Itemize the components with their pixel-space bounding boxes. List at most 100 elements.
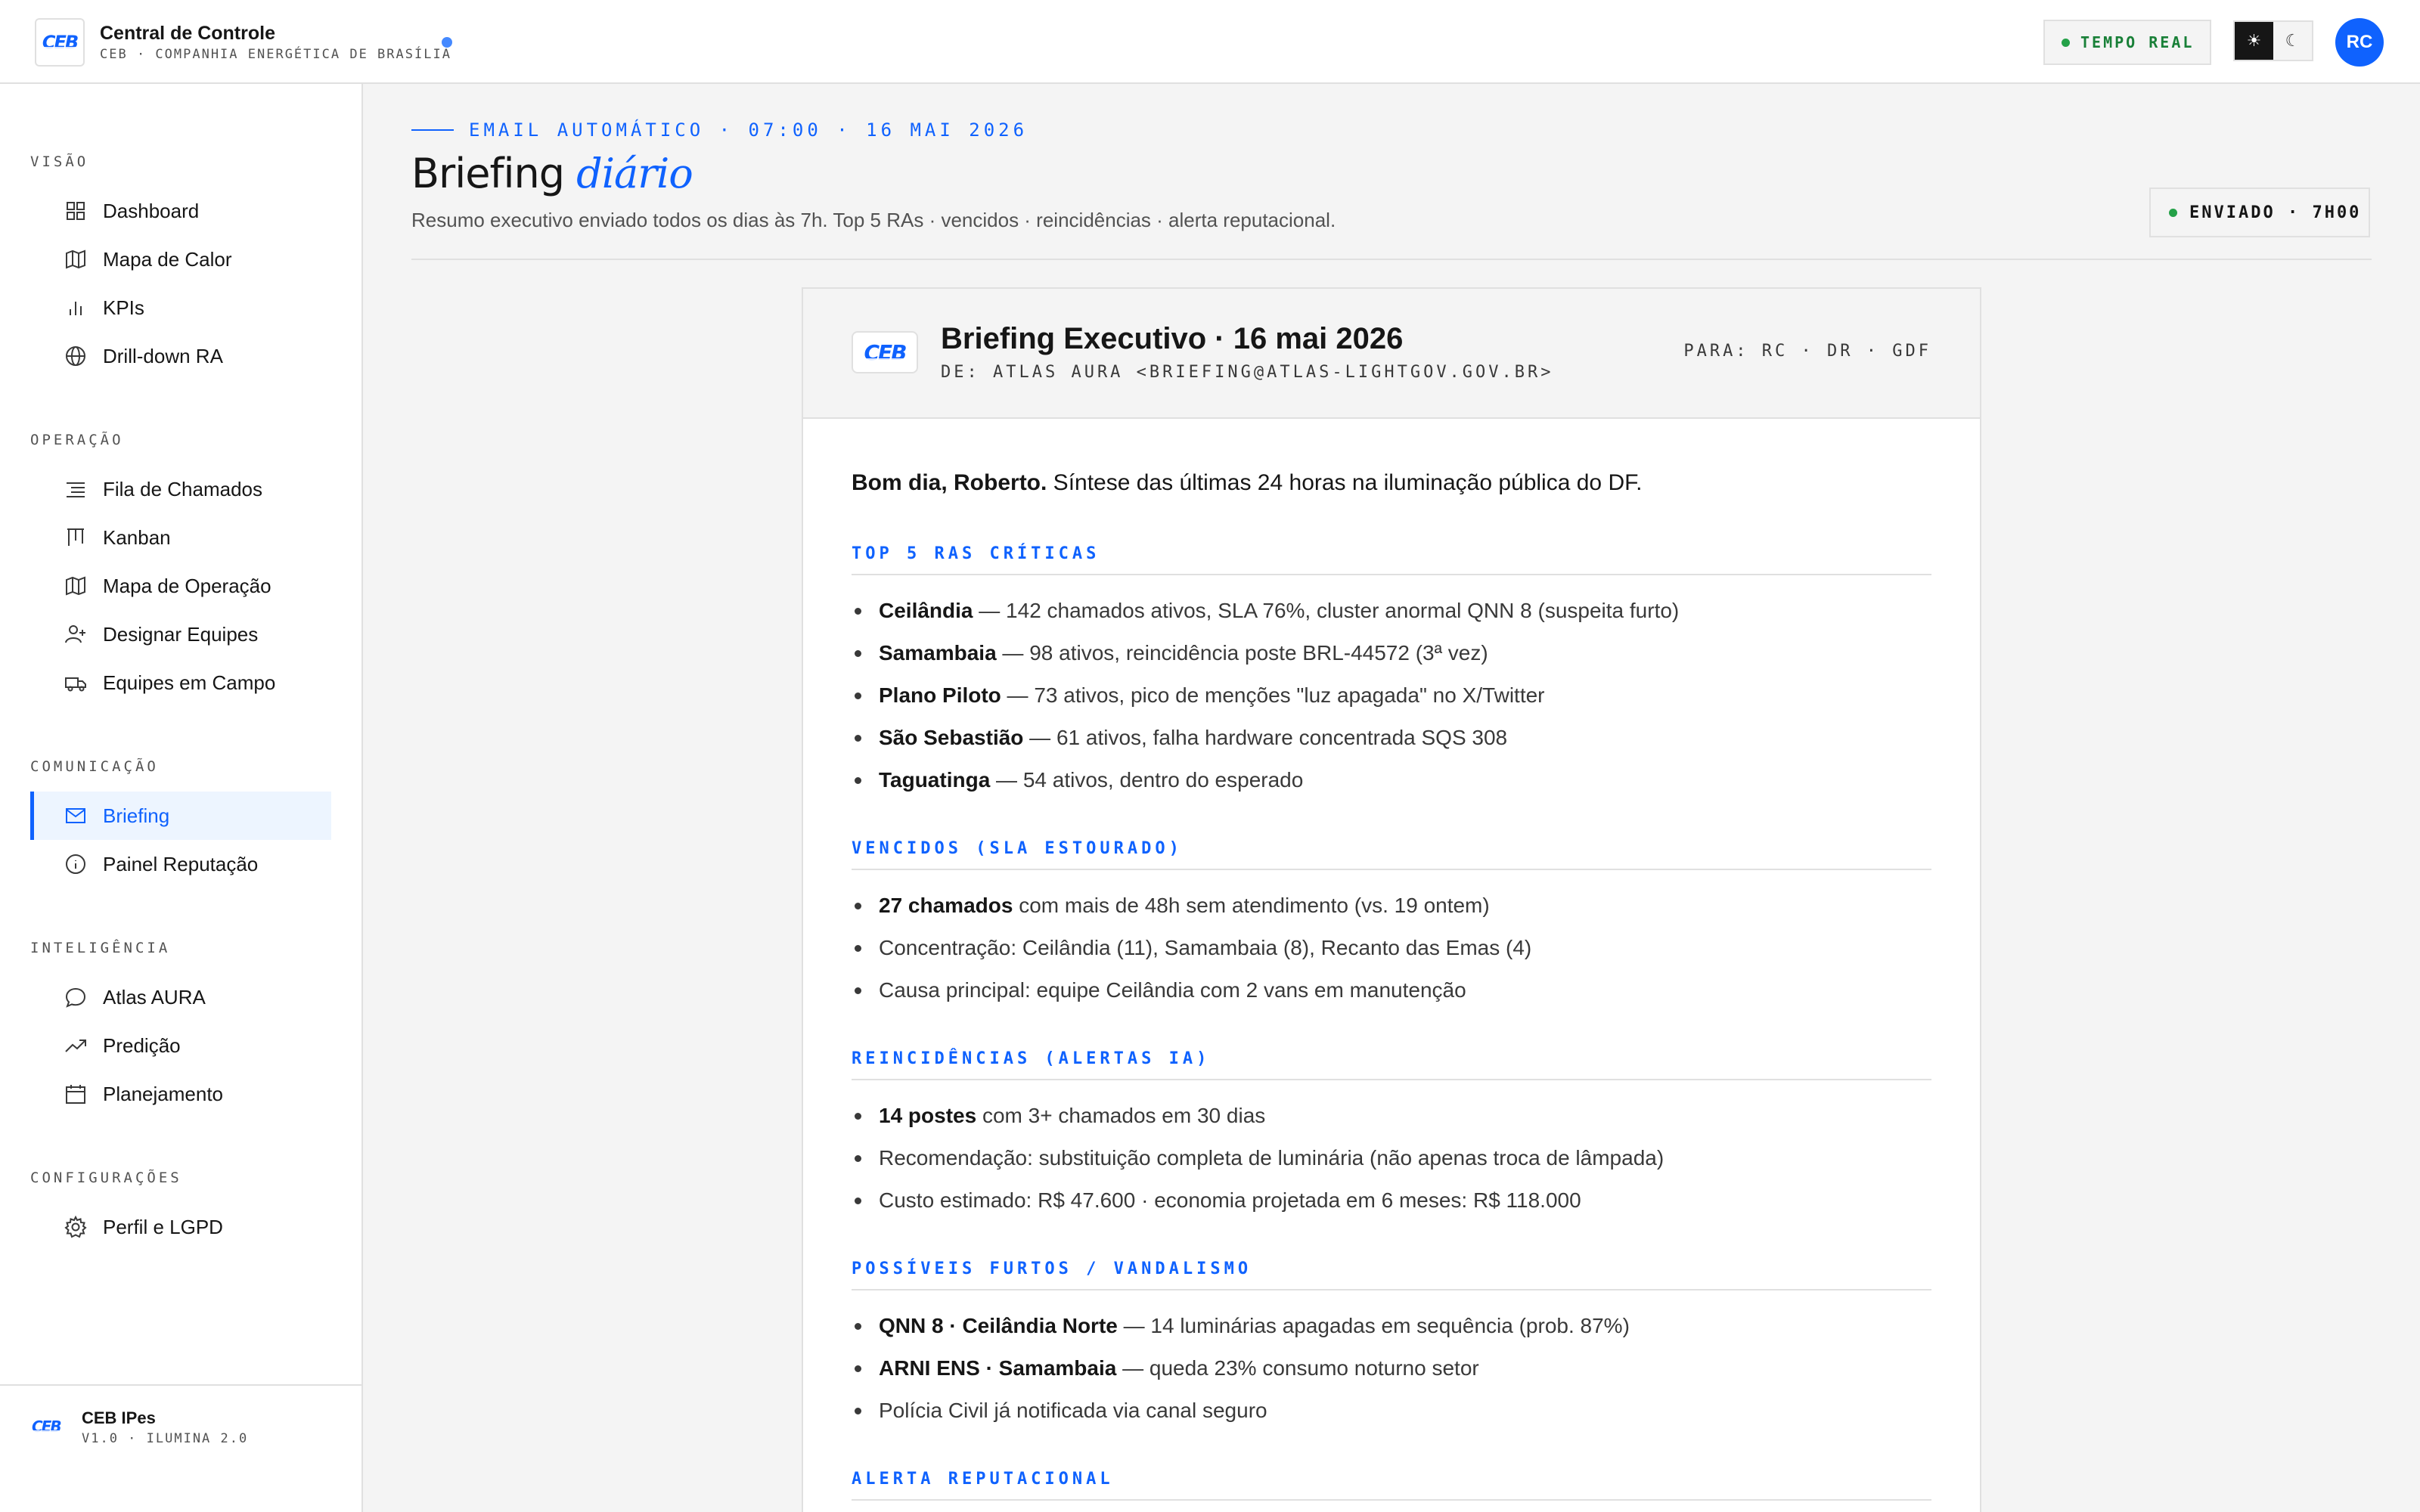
list-item-bold: Taguatinga [879, 768, 991, 792]
list-item: Polícia Civil já notificada via canal se… [852, 1390, 1931, 1432]
sidebar-item-label: Designar Equipes [103, 622, 259, 646]
sidebar-item-label: Painel Reputação [103, 852, 259, 875]
section-label-configuracoes: CONFIGURAÇÕES [30, 1170, 182, 1186]
list-item-bold: Ceilândia [879, 599, 973, 622]
app-subtitle: CEB · COMPANHIA ENERGÉTICA DE BRASÍLIA [100, 47, 451, 62]
sidebar-footer: CEB CEB IPes V1.0 · ILUMINA 2.0 [0, 1384, 361, 1512]
calendar-icon [62, 1080, 89, 1108]
list-item-text: Polícia Civil já notificada via canal se… [879, 1399, 1267, 1422]
sidebar-item-planejamento[interactable]: Planejamento [30, 1070, 331, 1118]
user-add-icon [62, 621, 89, 648]
list-item-text: Causa principal: equipe Ceilândia com 2 … [879, 978, 1466, 1002]
list-item-bold: QNN 8 · Ceilândia Norte [879, 1314, 1118, 1337]
list-item-text: Concentração: Ceilândia (11), Samambaia … [879, 936, 1532, 959]
top-bar: CEB Central de Controle CEB · COMPANHIA … [0, 0, 2420, 84]
list-item-bold: 14 postes [879, 1104, 977, 1127]
email-greeting: Bom dia, Roberto. Síntese das últimas 24… [852, 470, 1642, 496]
section-heading-top5: TOP 5 RAS CRÍTICAS [852, 544, 1931, 575]
sidebar-item-mapa-de-operacao[interactable]: Mapa de Operação [30, 562, 331, 610]
sidebar-item-kpis[interactable]: KPIs [30, 284, 331, 332]
page-eyebrow: EMAIL AUTOMÁTICO · 07:00 · 16 MAI 2026 [411, 119, 1028, 141]
list-icon [62, 476, 89, 503]
product-name: CEB IPes [82, 1408, 156, 1427]
sidebar-item-label: Atlas AURA [103, 985, 206, 1009]
email-from: DE: ATLAS AURA <BRIEFING@ATLAS-LIGHTGOV.… [941, 363, 1554, 382]
moon-icon[interactable]: ☾ [2273, 22, 2312, 60]
sidebar-item-label: Predição [103, 1033, 181, 1057]
list-item: 27 chamados com mais de 48h sem atendime… [852, 885, 1931, 927]
page-description: Resumo executivo enviado todos os dias à… [411, 209, 1336, 231]
info-circle-icon [62, 850, 89, 878]
greeting-bold: Bom dia, Roberto. [852, 470, 1047, 495]
sent-dot-icon [2169, 208, 2177, 217]
sidebar-item-label: Mapa de Operação [103, 574, 271, 597]
sidebar-item-label: Planejamento [103, 1082, 223, 1105]
theme-toggle: ☀ ☾ [2233, 20, 2313, 61]
list-item-text: — 54 ativos, dentro do esperado [990, 768, 1304, 792]
email-header: CEB Briefing Executivo · 16 mai 2026 DE:… [803, 289, 1980, 419]
sidebar-item-briefing[interactable]: Briefing [30, 792, 331, 840]
page-title: Briefing diário [411, 150, 693, 197]
footer-logo-text: CEB [32, 1418, 62, 1436]
sidebar-item-dashboard[interactable]: Dashboard [30, 187, 331, 235]
page-title-plain: Briefing [411, 150, 577, 197]
sidebar-item-label: Equipes em Campo [103, 671, 276, 694]
list-item-bold: ARNI ENS · Samambaia [879, 1356, 1117, 1380]
globe-icon [62, 342, 89, 370]
section-label-inteligencia: INTELIGÊNCIA [30, 940, 171, 956]
app-title: Central de Controle [100, 23, 275, 44]
truck-icon [62, 669, 89, 696]
list-item-text: — 61 ativos, falha hardware concentrada … [1023, 726, 1508, 749]
sidebar-item-equipes-em-campo[interactable]: Equipes em Campo [30, 658, 331, 707]
sidebar-item-atlas-aura[interactable]: Atlas AURA [30, 973, 331, 1021]
sidebar-item-perfil-e-lgpd[interactable]: Perfil e LGPD [30, 1203, 331, 1251]
live-dot-icon [2062, 38, 2070, 47]
bar-chart-icon [62, 294, 89, 321]
ceb-logo-text: CEB [42, 32, 79, 53]
section-heading-vencidos: VENCIDOS (SLA ESTOURADO) [852, 839, 1931, 870]
section-label-operacao: OPERAÇÃO [30, 432, 124, 448]
section-label-comunicacao: COMUNICAÇÃO [30, 758, 159, 775]
sidebar-item-painel-reputacao[interactable]: Painel Reputação [30, 840, 331, 888]
sent-status-badge: ENVIADO · 7H00 [2149, 187, 2370, 237]
list-item-text: — 142 chamados ativos, SLA 76%, cluster … [973, 599, 1680, 622]
kanban-icon [62, 524, 89, 551]
sent-status-label: ENVIADO · 7H00 [2189, 203, 2362, 222]
email-logo: CEB [852, 331, 918, 373]
list-item: Plano Piloto — 73 ativos, pico de mençõe… [852, 674, 1931, 717]
sidebar-item-drill-down-ra[interactable]: Drill-down RA [30, 332, 331, 380]
sidebar-item-mapa-de-calor[interactable]: Mapa de Calor [30, 235, 331, 284]
ceb-logo[interactable]: CEB [35, 18, 85, 67]
section-heading-reincidencias: REINCIDÊNCIAS (ALERTAS IA) [852, 1049, 1931, 1080]
list-item: Causa principal: equipe Ceilândia com 2 … [852, 969, 1931, 1012]
list-vencidos: 27 chamados com mais de 48h sem atendime… [852, 885, 1931, 1012]
list-item-bold: Samambaia [879, 641, 997, 665]
header-divider [411, 259, 2372, 260]
chat-icon [62, 984, 89, 1011]
sidebar-item-label: Fila de Chamados [103, 477, 262, 500]
list-item-bold: Plano Piloto [879, 683, 1001, 707]
avatar[interactable]: RC [2335, 18, 2384, 67]
realtime-label: TEMPO REAL [2080, 33, 2195, 51]
sidebar-item-designar-equipes[interactable]: Designar Equipes [30, 610, 331, 658]
list-item: 14 postes com 3+ chamados em 30 dias [852, 1095, 1931, 1137]
list-item: Recomendação: substituição completa de l… [852, 1137, 1931, 1179]
list-item: Taguatinga — 54 ativos, dentro do espera… [852, 759, 1931, 801]
sidebar-item-label: Briefing [103, 804, 170, 827]
list-top5: Ceilândia — 142 chamados ativos, SLA 76%… [852, 590, 1931, 801]
realtime-badge: TEMPO REAL [2043, 20, 2211, 65]
sidebar-item-kanban[interactable]: Kanban [30, 513, 331, 562]
map-icon [62, 246, 89, 273]
sun-icon[interactable]: ☀ [2235, 22, 2273, 60]
sidebar-item-predicao[interactable]: Predição [30, 1021, 331, 1070]
sidebar: VISÃO Dashboard Mapa de Calor KPIs Drill… [0, 84, 363, 1512]
sidebar-item-label: Perfil e LGPD [103, 1215, 223, 1238]
list-item: Custo estimado: R$ 47.600 · economia pro… [852, 1179, 1931, 1222]
list-item-text: com 3+ chamados em 30 dias [976, 1104, 1266, 1127]
list-item-text: — 73 ativos, pico de menções "luz apagad… [1001, 683, 1545, 707]
list-furtos: QNN 8 · Ceilândia Norte — 14 luminárias … [852, 1305, 1931, 1432]
list-item: São Sebastião — 61 ativos, falha hardwar… [852, 717, 1931, 759]
list-item-bold: 27 chamados [879, 894, 1013, 917]
list-item-text: — 14 luminárias apagadas em sequência (p… [1117, 1314, 1630, 1337]
sidebar-item-fila-de-chamados[interactable]: Fila de Chamados [30, 465, 331, 513]
